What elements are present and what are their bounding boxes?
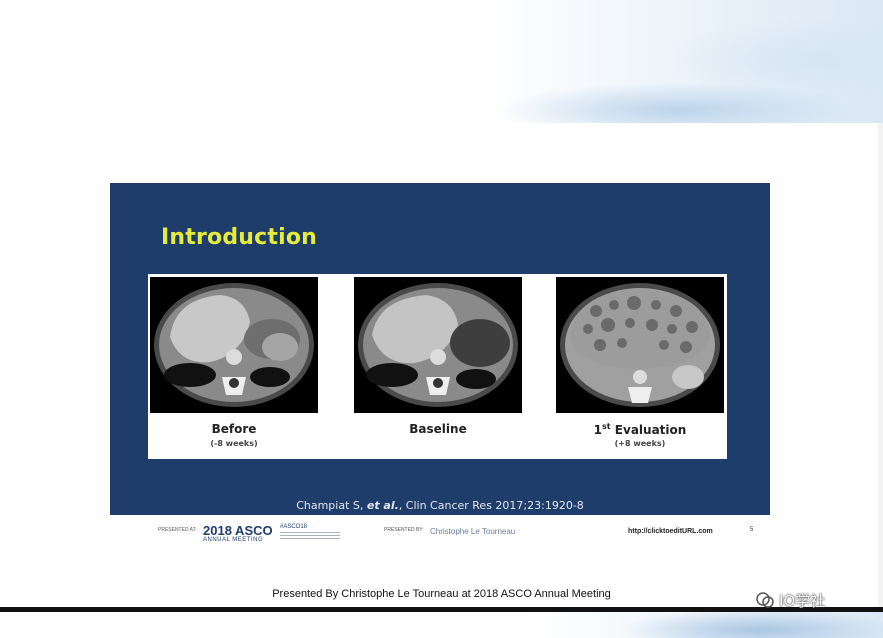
presenter-name: Christophe Le Tourneau [430, 527, 516, 536]
page-number: 5 [750, 527, 754, 533]
panel-sub-before: (-8 weeks) [210, 439, 258, 448]
bottom-bar [0, 607, 883, 612]
ct-scan-before [150, 277, 318, 413]
panel-label-before: Before [211, 422, 257, 436]
background-sky-bottom [0, 610, 883, 638]
ct-scan-first-evaluation [556, 277, 724, 413]
presented-by-caption: Presented By Christophe Le Tourneau at 2… [272, 588, 611, 600]
slide-footer: PRESENTED AT: 2018 ASCO ANNUAL MEETING #… [110, 522, 770, 544]
watermark-text: IO学社 [779, 592, 826, 610]
panel-label-baseline: Baseline [409, 422, 467, 436]
frame-edge [878, 123, 883, 608]
asco-logo-text: 2018 ASCO [203, 523, 273, 538]
wechat-icon [756, 592, 774, 608]
presented-by-label: PRESENTED BY: [384, 527, 424, 533]
ct-figure: Before (-8 weeks) Baseline 1st Evaluatio… [148, 274, 727, 459]
panel-sub-first-evaluation: (+8 weeks) [614, 439, 666, 448]
ct-scan-baseline [354, 277, 522, 413]
footer-url[interactable]: http://clicktoeditURL.com [628, 528, 713, 535]
asco-logo-sub: ANNUAL MEETING [203, 537, 264, 543]
presented-at-label: PRESENTED AT: [158, 527, 197, 533]
panel-label-first-evaluation: 1st Evaluation [593, 422, 687, 437]
hashtag: #ASCO18 [280, 524, 308, 530]
slide: Introduction Before (-8 weeks) Baseline … [110, 183, 770, 515]
hashtag-fineprint [280, 532, 340, 540]
background-sky [0, 0, 883, 130]
citation: Champiat S, et al., Clin Cancer Res 2017… [296, 499, 584, 512]
slide-title: Introduction [161, 225, 318, 250]
